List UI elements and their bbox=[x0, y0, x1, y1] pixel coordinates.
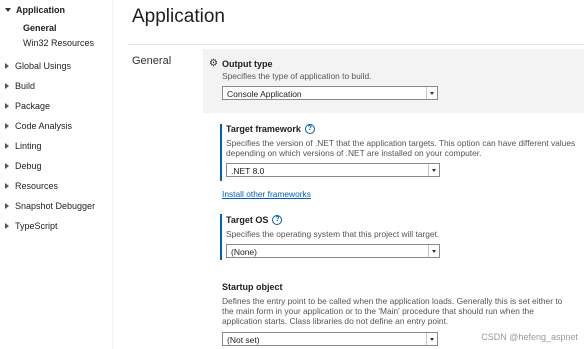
target-framework-accent-bar bbox=[220, 124, 222, 181]
sidebar-divider bbox=[112, 0, 113, 349]
target-framework-label: Target framework bbox=[226, 124, 301, 134]
chevron-right-icon bbox=[5, 203, 9, 209]
target-os-label: Target OS bbox=[226, 215, 269, 225]
chevron-down-icon bbox=[426, 333, 437, 345]
target-framework-title: Target framework ? bbox=[226, 124, 315, 134]
chevron-down-icon bbox=[5, 8, 11, 12]
sidebar-item-code-analysis[interactable]: Code Analysis bbox=[5, 119, 72, 133]
watermark: CSDN @hefeng_aspnet bbox=[481, 332, 578, 342]
sidebar-item-label: Debug bbox=[15, 161, 42, 171]
sidebar-item-label: Resources bbox=[15, 181, 59, 191]
startup-object-description-line3: application starts. Class libraries do n… bbox=[222, 316, 449, 326]
sidebar-item-typescript[interactable]: TypeScript bbox=[5, 219, 58, 233]
startup-object-label: Startup object bbox=[222, 282, 283, 292]
chevron-right-icon bbox=[5, 63, 9, 69]
target-framework-dropdown[interactable]: .NET 8.0 bbox=[226, 163, 440, 177]
chevron-right-icon bbox=[5, 123, 9, 129]
title-divider bbox=[128, 44, 584, 45]
startup-object-dropdown[interactable]: (Not set) bbox=[222, 332, 438, 346]
sidebar-item-build[interactable]: Build bbox=[5, 79, 35, 93]
chevron-right-icon bbox=[5, 163, 9, 169]
sidebar-item-label: Package bbox=[15, 101, 51, 111]
help-icon[interactable]: ? bbox=[304, 124, 315, 134]
section-label: General bbox=[132, 55, 172, 67]
chevron-right-icon bbox=[5, 223, 9, 229]
chevron-down-icon bbox=[428, 245, 439, 257]
output-type-label: Output type bbox=[221, 58, 273, 69]
chevron-right-icon bbox=[5, 143, 9, 149]
chevron-down-icon bbox=[428, 164, 439, 176]
sidebar-item-label: TypeScript bbox=[15, 221, 58, 231]
target-framework-description-line1: Specifies the version of .NET that the a… bbox=[226, 138, 576, 148]
output-type-dropdown[interactable]: Console Application bbox=[222, 86, 438, 100]
output-type-value: Console Application bbox=[227, 88, 302, 99]
sidebar-subitem-general[interactable]: General bbox=[23, 22, 57, 34]
chevron-down-icon bbox=[426, 87, 437, 99]
target-framework-description-line2: depending on which versions of .NET are … bbox=[226, 148, 482, 158]
chevron-right-icon bbox=[5, 103, 9, 109]
output-type-description: Specifies the type of application to bui… bbox=[222, 71, 372, 81]
sidebar-item-debug[interactable]: Debug bbox=[5, 159, 42, 173]
target-os-description: Specifies the operating system that this… bbox=[226, 229, 440, 239]
target-os-title: Target OS ? bbox=[226, 215, 283, 225]
sidebar-item-global-usings[interactable]: Global Usings bbox=[5, 59, 71, 73]
sidebar-item-label: Snapshot Debugger bbox=[15, 201, 96, 211]
sidebar-item-package[interactable]: Package bbox=[5, 99, 50, 113]
sidebar-item-snapshot-debugger[interactable]: Snapshot Debugger bbox=[5, 199, 95, 213]
install-other-frameworks-link[interactable]: Install other frameworks bbox=[222, 189, 311, 199]
target-os-accent-bar bbox=[220, 214, 222, 260]
target-framework-value: .NET 8.0 bbox=[231, 165, 265, 176]
startup-object-description-line1: Defines the entry point to be called whe… bbox=[222, 296, 563, 306]
startup-object-title: Startup object bbox=[222, 282, 283, 292]
sidebar-item-label: Code Analysis bbox=[15, 121, 73, 131]
gear-icon: ⚙ bbox=[209, 58, 218, 69]
chevron-right-icon bbox=[5, 183, 9, 189]
sidebar-subitem-win32-resources[interactable]: Win32 Resources bbox=[23, 37, 94, 49]
sidebar: Application General Win32 Resources Glob… bbox=[0, 0, 112, 349]
sidebar-item-label: Global Usings bbox=[15, 61, 72, 71]
chevron-right-icon bbox=[5, 83, 9, 89]
output-type-title: ⚙ Output type bbox=[209, 58, 272, 69]
sidebar-item-label: Application bbox=[16, 5, 65, 15]
page-title: Application bbox=[132, 6, 225, 27]
sidebar-item-label: Build bbox=[15, 81, 36, 91]
sidebar-item-application[interactable]: Application bbox=[5, 3, 65, 17]
sidebar-item-label: Linting bbox=[15, 141, 42, 151]
target-os-value: (None) bbox=[231, 246, 257, 257]
startup-object-description-line2: the main form in your application or to … bbox=[222, 306, 534, 316]
help-icon[interactable]: ? bbox=[272, 215, 283, 225]
target-os-dropdown[interactable]: (None) bbox=[226, 244, 440, 258]
project-properties-window: Application General Win32 Resources Glob… bbox=[0, 0, 584, 349]
sidebar-item-linting[interactable]: Linting bbox=[5, 139, 42, 153]
sidebar-item-resources[interactable]: Resources bbox=[5, 179, 58, 193]
startup-object-value: (Not set) bbox=[227, 334, 260, 345]
